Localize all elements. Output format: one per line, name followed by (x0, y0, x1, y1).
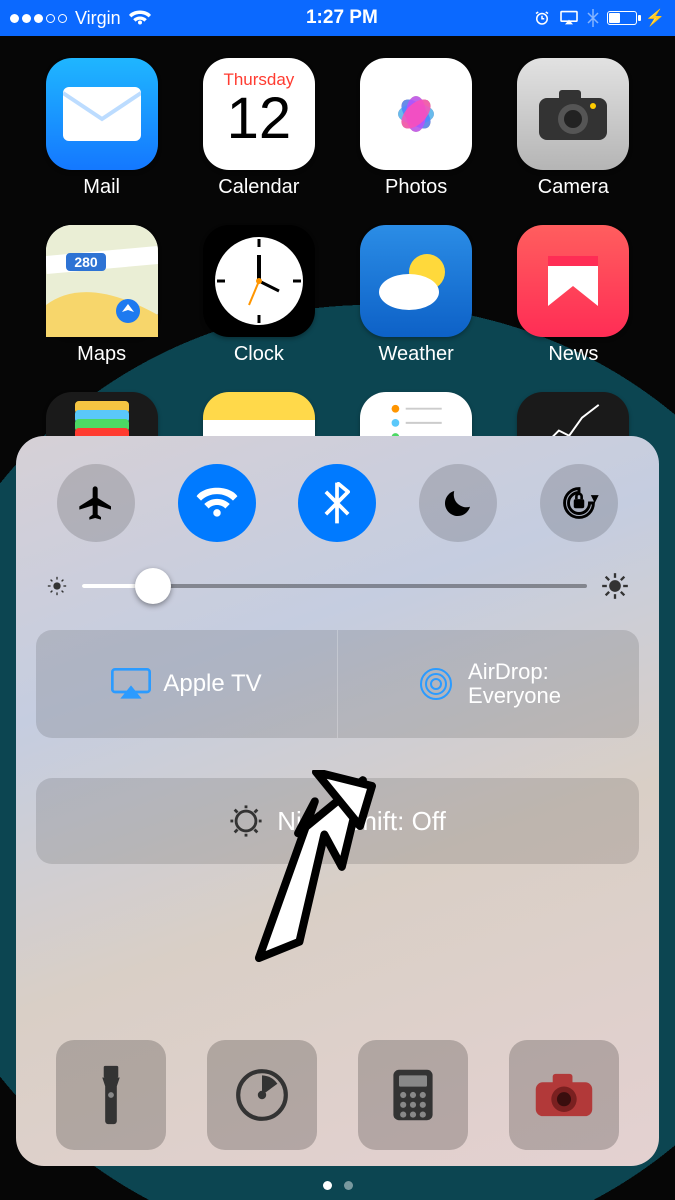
calculator-button[interactable] (358, 1040, 468, 1150)
app-maps[interactable]: 280 Maps (30, 225, 173, 366)
mail-icon (46, 58, 158, 170)
wifi-toggle[interactable] (178, 464, 256, 542)
airplay-button[interactable]: Apple TV (36, 630, 337, 738)
airplay-label: Apple TV (163, 670, 261, 698)
status-bar: Virgin 1:27 PM ⚡ (0, 0, 675, 36)
alarm-icon (533, 9, 551, 27)
night-shift-button[interactable]: Night Shift: Off (36, 778, 639, 864)
app-label: Photos (385, 176, 447, 199)
flashlight-icon (93, 1063, 129, 1127)
page-indicator[interactable] (0, 1181, 675, 1190)
app-label: Clock (234, 343, 284, 366)
airplane-mode-toggle[interactable] (57, 464, 135, 542)
night-shift-label: Night Shift: Off (277, 806, 446, 837)
news-icon (517, 225, 629, 337)
app-news[interactable]: News (502, 225, 645, 366)
airplay-icon (111, 668, 151, 700)
airdrop-label-2: Everyone (468, 684, 561, 708)
do-not-disturb-toggle[interactable] (419, 464, 497, 542)
bluetooth-status-icon (587, 9, 599, 27)
wifi-icon (129, 10, 151, 26)
maps-icon: 280 (46, 225, 158, 337)
carrier-label: Virgin (75, 8, 121, 29)
weather-icon (360, 225, 472, 337)
page-dot[interactable] (323, 1181, 332, 1190)
brightness-low-icon (46, 575, 68, 597)
status-time: 1:27 PM (306, 7, 378, 29)
calculator-icon (389, 1067, 437, 1123)
app-label: News (548, 343, 598, 366)
brightness-slider[interactable] (36, 572, 639, 600)
app-label: Maps (77, 343, 126, 366)
airplane-icon (76, 483, 116, 523)
brightness-track[interactable] (82, 584, 587, 588)
airdrop-icon (416, 664, 456, 704)
brightness-thumb[interactable] (135, 568, 171, 604)
app-label: Weather (379, 343, 454, 366)
camera-icon (517, 58, 629, 170)
airdrop-button[interactable]: AirDrop: Everyone (337, 630, 639, 738)
svg-text:280: 280 (74, 254, 98, 270)
control-center-panel[interactable]: Apple TV AirDrop: Everyone Night Shift: … (16, 436, 659, 1166)
calendar-icon: Thursday 12 (203, 58, 315, 170)
charging-icon: ⚡ (645, 8, 665, 28)
app-weather[interactable]: Weather (345, 225, 488, 366)
battery-icon (607, 11, 637, 25)
airplay-status-icon (559, 10, 579, 26)
media-row: Apple TV AirDrop: Everyone (36, 630, 639, 738)
signal-dots-icon (10, 14, 67, 23)
app-label: Camera (538, 176, 609, 199)
brightness-high-icon (601, 572, 629, 600)
rotation-lock-icon (558, 482, 600, 524)
moon-icon (440, 485, 476, 521)
app-photos[interactable]: Photos (345, 58, 488, 199)
rotation-lock-toggle[interactable] (540, 464, 618, 542)
toggle-row (36, 464, 639, 542)
clock-icon (203, 225, 315, 337)
night-shift-icon (229, 804, 263, 838)
flashlight-button[interactable] (56, 1040, 166, 1150)
app-label: Calendar (218, 176, 299, 199)
app-mail[interactable]: Mail (30, 58, 173, 199)
bluetooth-icon (324, 482, 350, 524)
app-label: Mail (83, 176, 120, 199)
timer-icon (234, 1067, 290, 1123)
airdrop-label-1: AirDrop: (468, 660, 561, 684)
shortcut-row (36, 1040, 639, 1150)
app-calendar[interactable]: Thursday 12 Calendar (187, 58, 330, 199)
wifi-icon (196, 486, 238, 520)
page-dot[interactable] (344, 1181, 353, 1190)
app-camera[interactable]: Camera (502, 58, 645, 199)
photos-icon (360, 58, 472, 170)
bluetooth-toggle[interactable] (298, 464, 376, 542)
app-clock[interactable]: Clock (187, 225, 330, 366)
camera-button[interactable] (509, 1040, 619, 1150)
timer-button[interactable] (207, 1040, 317, 1150)
camera-shortcut-icon (532, 1071, 596, 1119)
